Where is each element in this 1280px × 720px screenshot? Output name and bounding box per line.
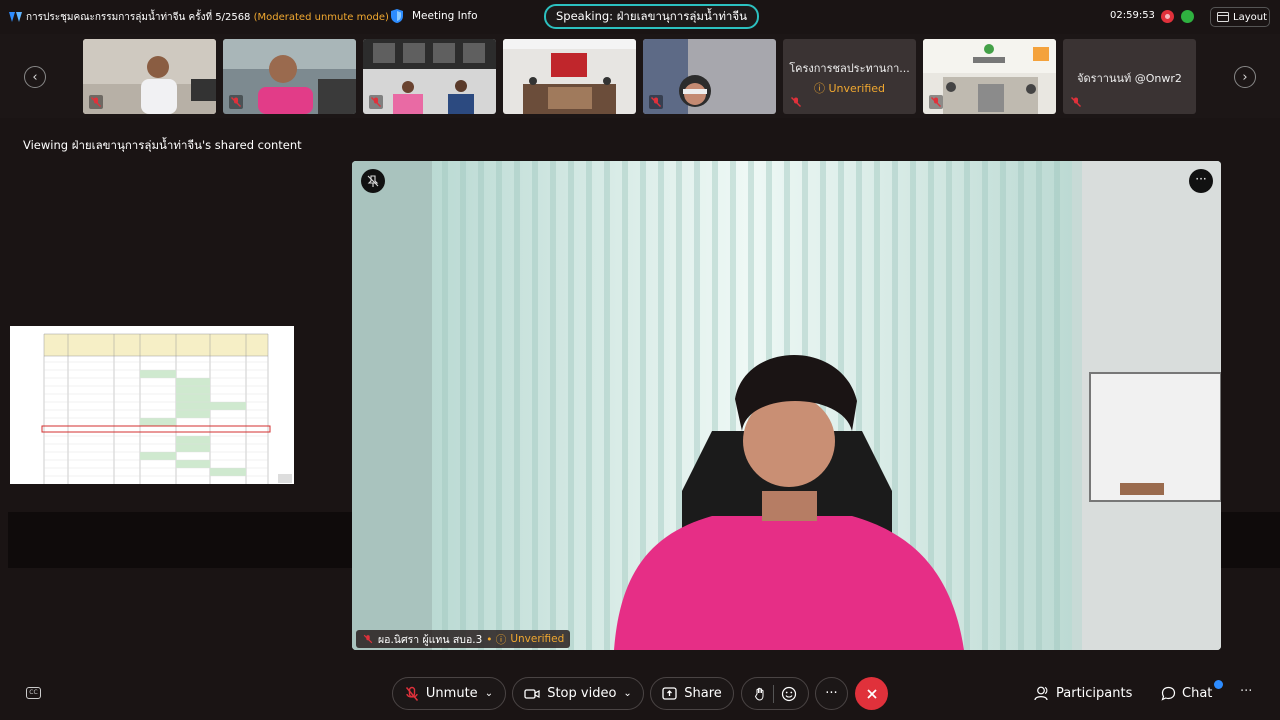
mic-muted-icon [363, 634, 373, 644]
participant-tile[interactable] [363, 39, 496, 114]
warning-icon: • ⓘ [486, 633, 507, 646]
chat-notification-badge [1214, 680, 1223, 689]
chevron-down-icon[interactable]: ⌄ [623, 688, 631, 699]
speaker-name-tag: ผอ.นิศรา ผู้แทน สบอ.3 • ⓘ Unverified [356, 630, 571, 648]
chevron-down-icon[interactable]: ⌄ [485, 688, 493, 699]
participant-tile[interactable] [223, 39, 356, 114]
gallery-next-button[interactable]: › [1234, 66, 1256, 88]
participant-name: จัดราานนท์ @Onwr2 [1077, 72, 1182, 85]
shield-icon[interactable] [390, 8, 404, 24]
stop-video-label: Stop video [547, 686, 617, 701]
meeting-title-text: การประชุมคณะกรรมการลุ่มน้ำท่าจีน ครั้งที… [26, 12, 251, 23]
participant-tile[interactable] [83, 39, 216, 114]
participants-icon [1034, 686, 1048, 701]
mic-muted-icon [89, 95, 103, 109]
emoji-reaction-icon[interactable] [781, 686, 797, 702]
participant-tile[interactable] [643, 39, 776, 114]
warning-icon: ⓘ [813, 82, 825, 95]
mic-muted-icon [369, 95, 383, 109]
unverified-label: Unverified [510, 633, 565, 645]
layout-icon [1217, 12, 1229, 22]
shared-spreadsheet-image [10, 326, 294, 484]
meeting-window: การประชุมคณะกรรมการลุ่มน้ำท่าจีน ครั้งที… [0, 0, 1280, 720]
unmute-button[interactable]: Unmute ⌄ [392, 677, 506, 710]
leave-meeting-button[interactable] [855, 677, 888, 710]
app-logo-icon [9, 12, 22, 22]
pin-off-icon [367, 175, 379, 187]
participant-tile[interactable]: โครงการชลประทานกา... ⓘ Unverified [783, 39, 916, 114]
meeting-title: การประชุมคณะกรรมการลุ่มน้ำท่าจีน ครั้งที… [26, 10, 389, 25]
unverified-label: Unverified [828, 82, 886, 95]
active-speaker-indicator: Speaking: ฝ่ายเลขานุการลุ่มน้ำท่าจีน [544, 4, 759, 29]
participant-name: โครงการชลประทานกา... [789, 62, 910, 75]
unverified-status: ⓘ Unverified [783, 80, 916, 96]
speaker-video-feed [352, 161, 1221, 650]
shared-content-label: Viewing ฝ่ายเลขานุการลุ่มน้ำท่าจีน's sha… [23, 138, 302, 152]
chevron-right-icon: › [1242, 69, 1248, 85]
mic-muted-icon [649, 95, 663, 109]
gallery-prev-button[interactable]: ‹ [24, 66, 46, 88]
meeting-timer: 02:59:53 [1110, 10, 1155, 21]
toolbar-overflow-button[interactable]: ··· [1240, 684, 1252, 699]
reactions-group [741, 677, 809, 710]
meeting-info-button[interactable]: Meeting Info [412, 10, 478, 22]
more-options-button[interactable]: ··· [815, 677, 848, 710]
captions-icon[interactable]: CC [26, 687, 41, 699]
unmute-label: Unmute [425, 686, 478, 701]
participant-tile[interactable] [503, 39, 636, 114]
shared-content-thumbnail[interactable] [10, 326, 294, 484]
mic-muted-icon [405, 686, 418, 701]
top-bar: การประชุมคณะกรรมการลุ่มน้ำท่าจีน ครั้งที… [0, 0, 1280, 34]
share-label: Share [684, 686, 722, 701]
participant-video [503, 39, 636, 114]
layout-button[interactable]: Layout [1210, 7, 1270, 27]
unpin-button[interactable] [361, 169, 385, 193]
chevron-left-icon: ‹ [32, 69, 38, 85]
mic-muted-icon [791, 97, 801, 107]
security-status-icon[interactable] [1181, 10, 1194, 23]
raise-hand-icon[interactable] [754, 687, 766, 701]
chat-button[interactable]: Chat [1161, 686, 1212, 701]
participants-label: Participants [1056, 686, 1133, 701]
recording-icon[interactable] [1161, 10, 1174, 23]
video-camera-icon [524, 688, 540, 699]
close-icon [866, 688, 877, 699]
chat-label: Chat [1182, 686, 1213, 701]
mic-muted-icon [1071, 97, 1081, 107]
video-more-options-button[interactable]: ··· [1189, 169, 1213, 193]
participant-tile[interactable] [923, 39, 1056, 114]
participant-tile[interactable]: จัดราานนท์ @Onwr2 [1063, 39, 1196, 114]
mic-muted-icon [229, 95, 243, 109]
stop-video-button[interactable]: Stop video ⌄ [512, 677, 644, 710]
speaker-name: ผอ.นิศรา ผู้แทน สบอ.3 [378, 633, 483, 646]
share-screen-icon [662, 687, 677, 700]
layout-label: Layout [1233, 11, 1267, 23]
mic-muted-icon [929, 95, 943, 109]
active-speaker-video[interactable]: ··· ผอ.นิศรา ผู้แทน สบอ.3 • ⓘ Unverified [352, 161, 1221, 650]
moderation-mode-label: (Moderated unmute mode) [253, 12, 389, 23]
chat-bubble-icon [1161, 686, 1176, 701]
share-button[interactable]: Share [650, 677, 734, 710]
participants-button[interactable]: Participants [1034, 686, 1132, 701]
